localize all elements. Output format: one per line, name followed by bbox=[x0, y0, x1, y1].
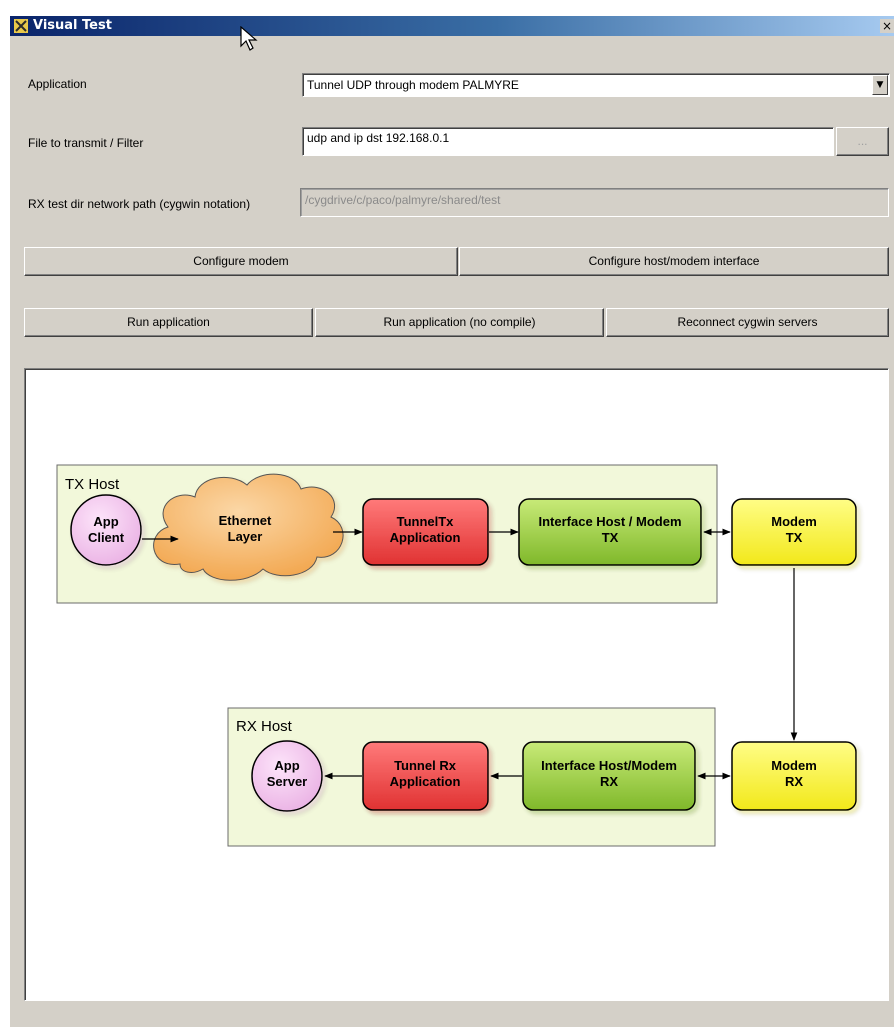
interface-rx-line2: RX bbox=[600, 774, 618, 789]
filter-input[interactable]: udp and ip dst 192.168.0.1 bbox=[302, 127, 834, 156]
filter-label: File to transmit / Filter bbox=[28, 136, 144, 150]
modem-rx-line2: RX bbox=[785, 774, 803, 789]
configure-modem-button[interactable]: Configure modem bbox=[24, 247, 458, 276]
modem-tx-node: Modem TX bbox=[731, 498, 857, 566]
tunnel-rx-line2: Application bbox=[390, 774, 461, 789]
architecture-diagram: TX Host RX Host App Client Ethernet Laye… bbox=[56, 464, 857, 847]
app-server-line1: App bbox=[274, 758, 299, 773]
app-server-node: App Server bbox=[251, 740, 323, 812]
tunnel-rx-node: Tunnel Rx Application bbox=[362, 741, 489, 811]
application-dropdown[interactable]: Tunnel UDP through modem PALMYRE ▼ bbox=[302, 73, 890, 97]
ethernet-layer-line2: Layer bbox=[228, 529, 263, 544]
configure-interface-button[interactable]: Configure host/modem interface bbox=[459, 247, 889, 276]
interface-tx-line2: TX bbox=[602, 530, 619, 545]
mouse-cursor-icon bbox=[240, 26, 258, 51]
interface-rx-line1: Interface Host/Modem bbox=[541, 758, 677, 773]
modem-tx-line2: TX bbox=[786, 530, 803, 545]
rx-path-input[interactable]: /cygdrive/c/paco/palmyre/shared/test bbox=[300, 188, 889, 217]
application-label: Application bbox=[28, 77, 87, 91]
close-button[interactable]: × bbox=[880, 19, 894, 33]
tunnel-tx-node: TunnelTx Application bbox=[362, 498, 489, 566]
run-application-button[interactable]: Run application bbox=[24, 308, 313, 337]
interface-tx-node: Interface Host / Modem TX bbox=[518, 498, 702, 566]
chevron-down-icon[interactable]: ▼ bbox=[872, 75, 888, 95]
app-client-line1: App bbox=[93, 514, 118, 529]
interface-rx-node: Interface Host/Modem RX bbox=[522, 741, 696, 811]
rx-path-value: /cygdrive/c/paco/palmyre/shared/test bbox=[305, 193, 501, 207]
tx-host-label: TX Host bbox=[65, 476, 120, 493]
modem-rx-node: Modem RX bbox=[731, 741, 857, 811]
tunnel-tx-line2: Application bbox=[390, 530, 461, 545]
filter-value: udp and ip dst 192.168.0.1 bbox=[307, 131, 450, 145]
title-bar[interactable]: Visual Test × bbox=[10, 16, 894, 36]
modem-tx-line1: Modem bbox=[771, 514, 817, 529]
modem-rx-line1: Modem bbox=[771, 758, 817, 773]
app-server-line2: Server bbox=[267, 774, 307, 789]
rx-path-label: RX test dir network path (cygwin notatio… bbox=[28, 197, 251, 211]
tunnel-tx-line1: TunnelTx bbox=[397, 514, 455, 529]
tunnel-rx-line1: Tunnel Rx bbox=[394, 758, 457, 773]
browse-button[interactable]: ... bbox=[836, 127, 889, 156]
application-value: Tunnel UDP through modem PALMYRE bbox=[307, 78, 519, 92]
reconnect-button[interactable]: Reconnect cygwin servers bbox=[606, 308, 889, 337]
ethernet-layer-line1: Ethernet bbox=[219, 513, 272, 528]
rx-host-label: RX Host bbox=[236, 718, 293, 735]
diagram-canvas: TX Host RX Host App Client Ethernet Laye… bbox=[24, 368, 889, 1001]
app-icon bbox=[14, 19, 28, 33]
app-client-line2: Client bbox=[88, 530, 125, 545]
window-title: Visual Test bbox=[33, 18, 112, 33]
interface-tx-line1: Interface Host / Modem bbox=[538, 514, 681, 529]
app-client-node: App Client bbox=[70, 494, 142, 566]
run-no-compile-button[interactable]: Run application (no compile) bbox=[315, 308, 604, 337]
visual-test-window: Visual Test × Application Tunnel UDP thr… bbox=[10, 16, 894, 1027]
